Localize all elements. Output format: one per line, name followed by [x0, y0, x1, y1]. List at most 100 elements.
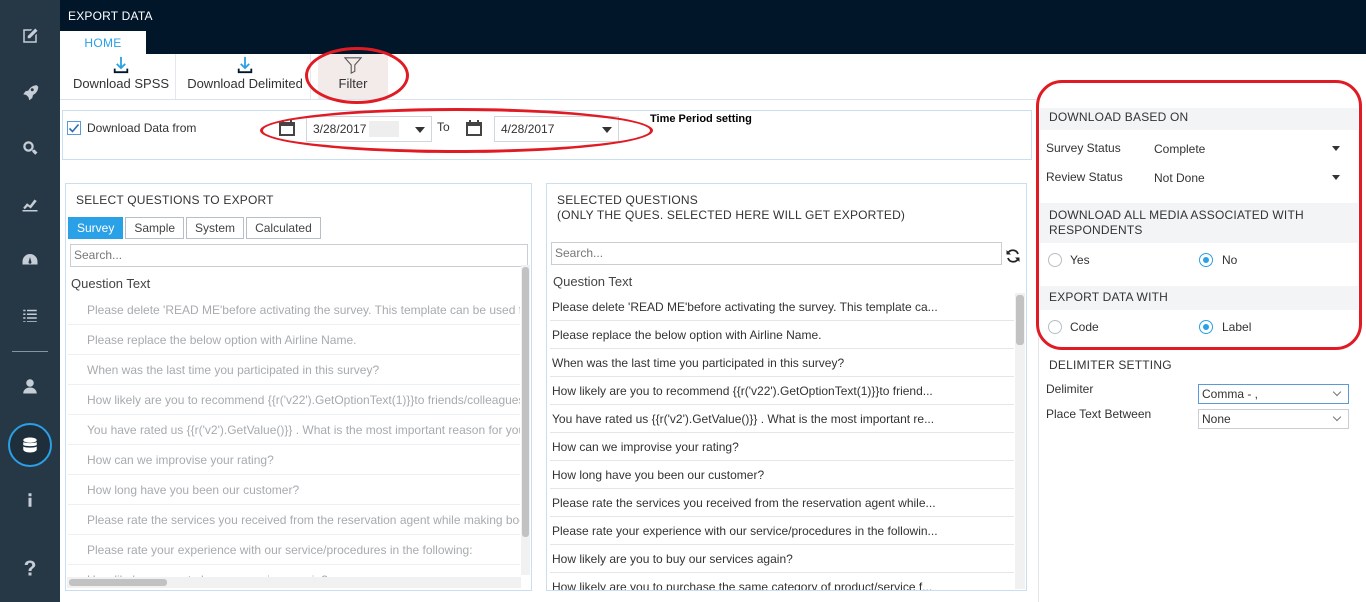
export-code-label: Code	[1070, 320, 1099, 334]
database-icon[interactable]	[8, 423, 52, 467]
time-period-note: Time Period setting	[650, 113, 752, 125]
list-item[interactable]: Please delete 'READ ME'before activating…	[550, 293, 1014, 321]
download-delimited-label: Download Delimited	[187, 76, 303, 91]
side-navigation	[0, 0, 60, 602]
review-status-label: Review Status	[1046, 170, 1123, 184]
download-data-label: Download Data from	[87, 121, 197, 135]
download-media-header: DOWNLOAD ALL MEDIA ASSOCIATED WITH RESPO…	[1040, 203, 1358, 243]
download-media-title-line1: DOWNLOAD ALL MEDIA ASSOCIATED WITH	[1049, 208, 1304, 222]
calendar-icon[interactable]	[465, 119, 483, 137]
download-icon	[237, 56, 253, 74]
list-icon[interactable]	[15, 300, 45, 330]
tab-system[interactable]: System	[186, 217, 245, 239]
review-status-select[interactable]: Not Done	[1154, 171, 1205, 185]
list-item[interactable]: Please rate your experience with our ser…	[68, 535, 520, 565]
survey-status-label: Survey Status	[1046, 141, 1121, 155]
tab-survey[interactable]: Survey	[68, 217, 124, 239]
list-item[interactable]: How long have you been our customer?	[550, 461, 1014, 489]
list-item[interactable]: Please rate the services you received fr…	[68, 505, 520, 535]
media-yes-radio[interactable]	[1048, 253, 1062, 267]
media-no-label: No	[1222, 253, 1238, 267]
scroll-thumb[interactable]	[69, 579, 167, 586]
filter-icon	[344, 57, 362, 74]
selected-questions-title: SELECTED QUESTIONS	[557, 193, 698, 207]
list-item[interactable]: How likely are you to purchase the same …	[550, 573, 1014, 590]
list-item[interactable]: How likely are you to recommend {{r('v22…	[68, 385, 520, 415]
dashboard-icon[interactable]	[15, 245, 45, 275]
list-item[interactable]: How likely are you to buy our services a…	[68, 565, 520, 577]
list-item[interactable]: Please rate the services you received fr…	[550, 489, 1014, 517]
download-based-on-header: DOWNLOAD BASED ON	[1040, 108, 1358, 130]
app-header: EXPORT DATA HOME	[60, 0, 1366, 54]
survey-status-caret[interactable]	[1332, 146, 1340, 151]
list-item[interactable]: Please rate your experience with our ser…	[550, 517, 1014, 545]
info-icon[interactable]	[15, 485, 45, 515]
list-item[interactable]: You have rated us {{r('v2').GetValue()}}…	[68, 415, 520, 445]
download-media-title-line2: RESPONDENTS	[1049, 223, 1143, 237]
list-item[interactable]: How long have you been our customer?	[68, 475, 520, 505]
scroll-thumb[interactable]	[1016, 295, 1024, 345]
right-search-input[interactable]: Search...	[551, 242, 1002, 265]
download-spss-button[interactable]: Download SPSS	[68, 54, 174, 99]
export-label-radio[interactable]	[1199, 320, 1213, 334]
list-item[interactable]: When was the last time you participated …	[550, 349, 1014, 377]
right-vertical-scrollbar[interactable]	[1015, 293, 1025, 589]
help-icon[interactable]	[15, 553, 45, 583]
calendar-icon[interactable]	[278, 119, 296, 137]
left-vertical-scrollbar[interactable]	[521, 265, 530, 575]
left-column-header: Question Text	[71, 276, 151, 291]
list-item[interactable]: Please replace the below option with Air…	[68, 325, 520, 355]
tab-sample[interactable]: Sample	[125, 217, 185, 239]
to-date-value: 4/28/2017	[501, 122, 555, 136]
to-date-input[interactable]: 4/28/2017	[494, 116, 619, 142]
ribbon-separator	[175, 54, 176, 99]
left-search-input[interactable]: Search...	[70, 244, 528, 267]
rocket-icon[interactable]	[15, 77, 45, 107]
right-column-header: Question Text	[553, 274, 633, 289]
download-spss-label: Download SPSS	[72, 76, 170, 91]
export-label-label: Label	[1222, 320, 1252, 334]
tab-home[interactable]: HOME	[60, 31, 146, 54]
from-date-dropdown-caret[interactable]	[415, 127, 425, 133]
review-status-caret[interactable]	[1332, 175, 1340, 180]
edit-icon[interactable]	[15, 21, 45, 51]
delimiter-setting-header: DELIMITER SETTING	[1049, 358, 1172, 372]
export-data-with-header: EXPORT DATA WITH	[1040, 286, 1358, 310]
refresh-icon[interactable]	[1005, 248, 1021, 264]
selection-highlight	[369, 121, 399, 137]
to-date-dropdown-caret[interactable]	[602, 127, 612, 133]
survey-status-select[interactable]: Complete	[1154, 142, 1205, 156]
left-horizontal-scrollbar[interactable]	[67, 577, 521, 588]
from-date-input[interactable]: 3/28/2017	[306, 116, 432, 142]
list-item[interactable]: You have rated us {{r('v2').GetValue()}}…	[550, 405, 1014, 433]
ribbon-toolbar: Download SPSS Download Delimited Filter	[60, 54, 1038, 100]
selected-questions-list: Please delete 'READ ME'before activating…	[550, 293, 1014, 590]
list-item[interactable]: Please replace the below option with Air…	[550, 321, 1014, 349]
list-item[interactable]: Please delete 'READ ME'before activating…	[68, 295, 520, 325]
delimiter-select[interactable]: Comma - ,	[1198, 384, 1349, 404]
download-data-checkbox[interactable]	[67, 121, 81, 135]
list-item[interactable]: How can we improvise your rating?	[550, 433, 1014, 461]
place-text-between-label: Place Text Between	[1046, 407, 1152, 421]
search-icon[interactable]	[15, 133, 45, 163]
list-item[interactable]: How can we improvise your rating?	[68, 445, 520, 475]
delimiter-value: Comma - ,	[1202, 387, 1259, 401]
list-item[interactable]: How likely are you to buy our services a…	[550, 545, 1014, 573]
filter-button[interactable]: Filter	[318, 54, 388, 99]
download-delimited-button[interactable]: Download Delimited	[184, 54, 306, 99]
export-code-radio[interactable]	[1048, 320, 1062, 334]
user-icon[interactable]	[15, 371, 45, 401]
from-date-value: 3/28/2017	[313, 122, 367, 136]
filter-label: Filter	[338, 76, 368, 91]
tab-calculated[interactable]: Calculated	[246, 217, 321, 239]
scroll-thumb[interactable]	[522, 267, 529, 537]
chart-icon[interactable]	[15, 189, 45, 219]
list-item[interactable]: How likely are you to recommend {{r('v22…	[550, 377, 1014, 405]
media-no-radio[interactable]	[1199, 253, 1213, 267]
list-item[interactable]: When was the last time you participated …	[68, 355, 520, 385]
selected-questions-subtitle: (ONLY THE QUES. SELECTED HERE WILL GET E…	[557, 208, 906, 222]
place-text-between-select[interactable]: None	[1198, 409, 1349, 429]
ribbon-separator	[310, 54, 311, 99]
media-yes-label: Yes	[1070, 253, 1090, 267]
question-type-tabs: Survey Sample System Calculated	[68, 217, 321, 239]
